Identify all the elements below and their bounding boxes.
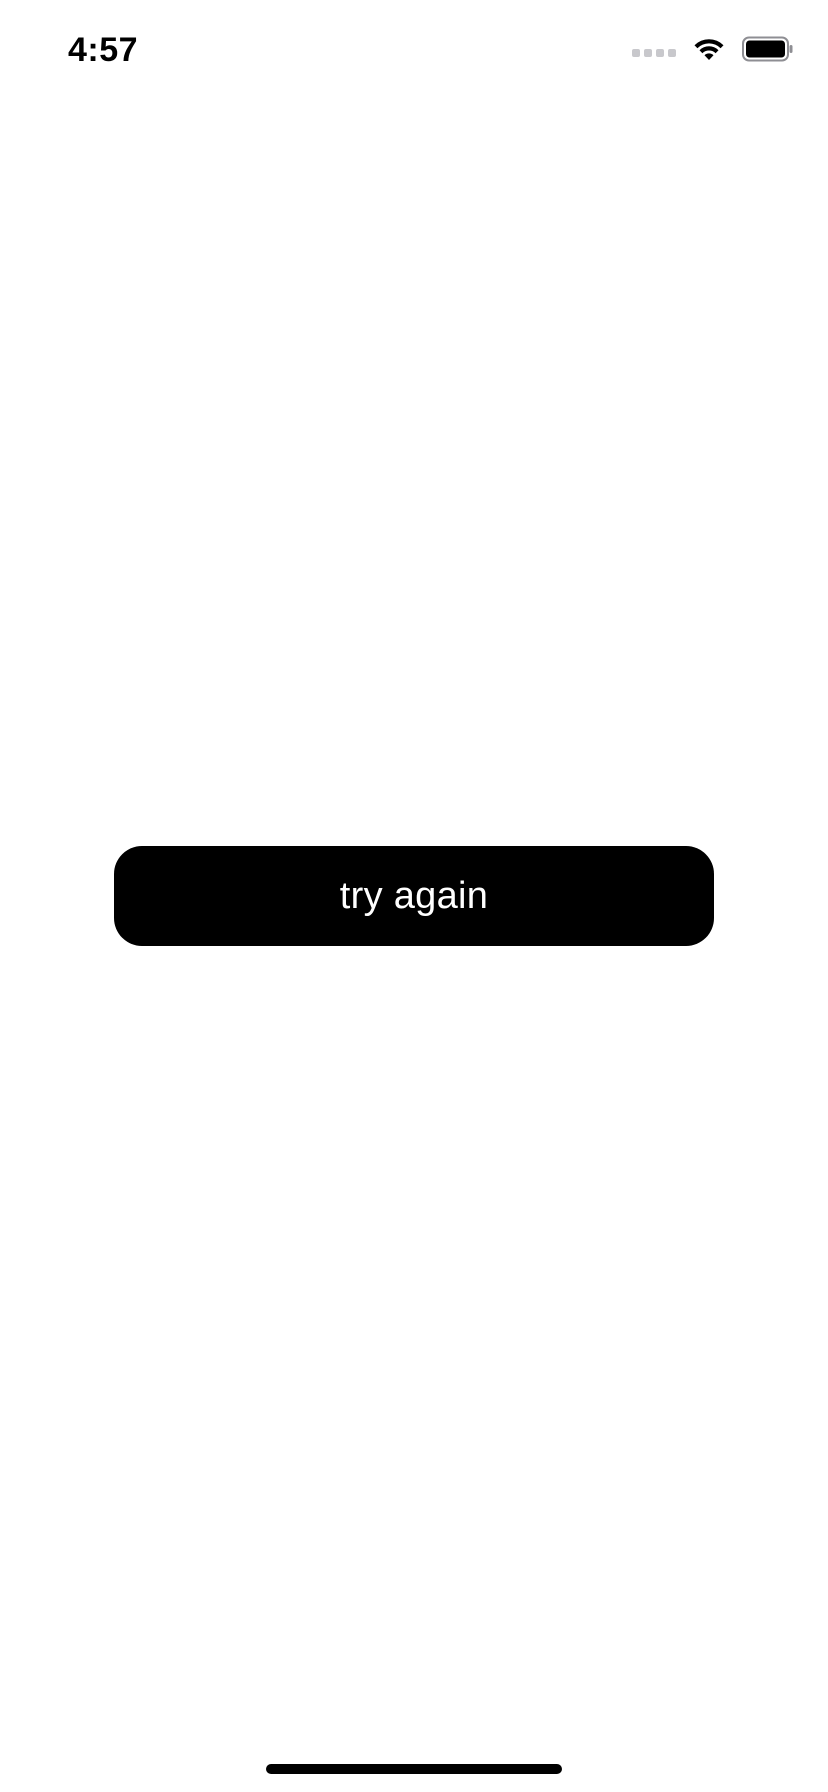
- home-indicator[interactable]: [266, 1764, 562, 1774]
- status-icons: [632, 34, 794, 64]
- status-bar: 4:57: [0, 0, 828, 100]
- signal-bar: [656, 49, 664, 57]
- try-again-label: try again: [339, 874, 489, 917]
- battery-icon: [742, 36, 794, 62]
- signal-bar: [644, 49, 652, 57]
- cellular-signal-icon: [632, 34, 676, 64]
- signal-bar: [632, 49, 640, 57]
- try-again-button[interactable]: try again: [114, 846, 714, 946]
- status-time: 4:57: [68, 31, 139, 69]
- wifi-icon: [692, 36, 726, 62]
- signal-bar: [668, 49, 676, 57]
